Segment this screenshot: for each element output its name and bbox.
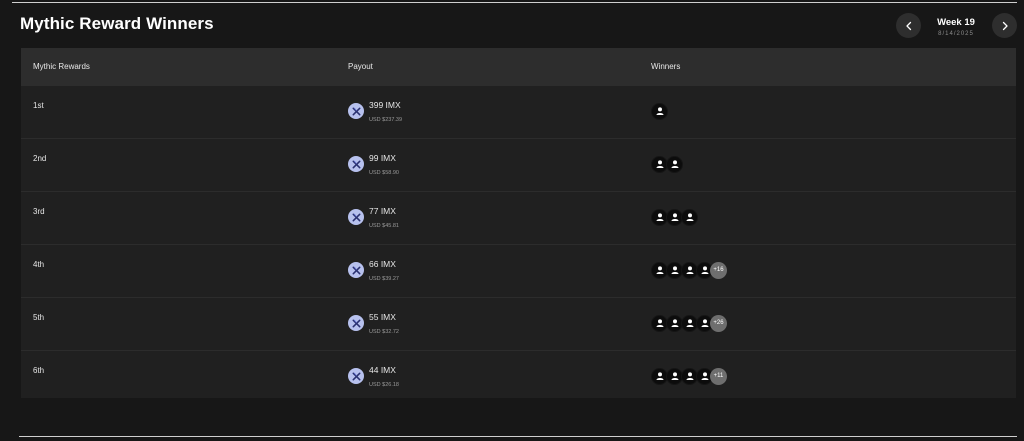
payout-amount: 77 IMX bbox=[369, 206, 396, 216]
table-body: 1st 399 IMX USD $237.39 2nd 99 IMX USD $58.90… bbox=[21, 86, 1016, 403]
winners-list: +11 bbox=[651, 367, 727, 385]
payout-usd: USD $32.72 bbox=[369, 329, 399, 335]
coin-badge bbox=[348, 368, 364, 384]
coin-badge bbox=[348, 262, 364, 278]
table-header: Mythic Rewards Payout Winners bbox=[21, 48, 1016, 86]
table-row: 4th 66 IMX USD $39.27 +16 bbox=[21, 244, 1016, 297]
imx-token-icon bbox=[352, 319, 360, 327]
previous-week-button[interactable] bbox=[896, 13, 921, 38]
payout-amount: 66 IMX bbox=[369, 259, 396, 269]
payout-usd: USD $26.18 bbox=[369, 382, 399, 388]
user-avatar-icon bbox=[656, 107, 663, 115]
week-selector: Week 19 8/14/2025 bbox=[926, 17, 986, 37]
table-row: 5th 55 IMX USD $32.72 +26 bbox=[21, 297, 1016, 350]
winner-avatar[interactable] bbox=[651, 102, 668, 120]
page-title: Mythic Reward Winners bbox=[20, 14, 214, 33]
user-avatar-icon bbox=[656, 213, 663, 221]
user-avatar-icon bbox=[701, 319, 708, 327]
user-avatar-icon bbox=[686, 319, 693, 327]
user-avatar-icon bbox=[686, 372, 693, 380]
column-header-payout: Payout bbox=[348, 62, 373, 71]
payout-amount: 399 IMX bbox=[369, 100, 401, 110]
reward-rank: 6th bbox=[33, 366, 45, 375]
user-avatar-icon bbox=[656, 160, 663, 168]
user-avatar-icon bbox=[701, 372, 708, 380]
top-divider bbox=[12, 2, 1017, 3]
payout-usd: USD $237.39 bbox=[369, 117, 403, 123]
winners-list bbox=[651, 208, 698, 226]
table-row: 2nd 99 IMX USD $58.90 bbox=[21, 138, 1016, 191]
winners-list bbox=[651, 155, 683, 173]
more-winners-badge[interactable]: +16 bbox=[710, 261, 727, 279]
imx-token-icon bbox=[352, 213, 360, 221]
imx-token-icon bbox=[352, 266, 360, 274]
chevron-left-icon bbox=[905, 21, 911, 30]
column-header-rewards: Mythic Rewards bbox=[33, 62, 90, 71]
user-avatar-icon bbox=[671, 160, 678, 168]
user-avatar-icon bbox=[686, 266, 693, 274]
more-winners-badge[interactable]: +26 bbox=[710, 314, 727, 332]
bottom-divider bbox=[19, 436, 1017, 437]
reward-rank: 5th bbox=[33, 313, 45, 322]
user-avatar-icon bbox=[656, 372, 663, 380]
column-header-winners: Winners bbox=[651, 62, 681, 71]
payout-usd: USD $39.27 bbox=[369, 276, 399, 282]
chevron-right-icon bbox=[1002, 21, 1008, 30]
payout-amount: 55 IMX bbox=[369, 312, 396, 322]
user-avatar-icon bbox=[671, 266, 678, 274]
table-row: 3rd 77 IMX USD $45.81 bbox=[21, 191, 1016, 244]
week-label: Week 19 bbox=[937, 17, 975, 28]
user-avatar-icon bbox=[671, 319, 678, 327]
payout-usd: USD $58.90 bbox=[369, 170, 399, 176]
reward-rank: 1st bbox=[33, 101, 44, 110]
user-avatar-icon bbox=[701, 266, 708, 274]
payout-amount: 44 IMX bbox=[369, 365, 396, 375]
user-avatar-icon bbox=[656, 266, 663, 274]
winners-list: +26 bbox=[651, 314, 727, 332]
table-row: 6th 44 IMX USD $26.18 +11 bbox=[21, 350, 1016, 403]
winner-avatar[interactable] bbox=[666, 155, 683, 173]
coin-badge bbox=[348, 103, 364, 119]
user-avatar-icon bbox=[686, 213, 693, 221]
week-date: 8/14/2025 bbox=[938, 31, 974, 37]
winners-list bbox=[651, 102, 668, 120]
payout-usd: USD $45.81 bbox=[369, 223, 399, 229]
more-winners-badge[interactable]: +11 bbox=[710, 367, 727, 385]
rewards-table: Mythic Rewards Payout Winners 1st 399 IMX… bbox=[21, 48, 1016, 398]
reward-rank: 3rd bbox=[33, 207, 45, 216]
winners-list: +16 bbox=[651, 261, 727, 279]
imx-token-icon bbox=[352, 160, 360, 168]
imx-token-icon bbox=[352, 372, 360, 380]
imx-token-icon bbox=[352, 107, 360, 115]
reward-rank: 4th bbox=[33, 260, 45, 269]
user-avatar-icon bbox=[671, 213, 678, 221]
next-week-button[interactable] bbox=[992, 13, 1017, 38]
coin-badge bbox=[348, 315, 364, 331]
reward-rank: 2nd bbox=[33, 154, 47, 163]
winner-avatar[interactable] bbox=[681, 208, 698, 226]
user-avatar-icon bbox=[671, 372, 678, 380]
payout-amount: 99 IMX bbox=[369, 153, 396, 163]
coin-badge bbox=[348, 156, 364, 172]
table-row: 1st 399 IMX USD $237.39 bbox=[21, 86, 1016, 138]
user-avatar-icon bbox=[656, 319, 663, 327]
coin-badge bbox=[348, 209, 364, 225]
